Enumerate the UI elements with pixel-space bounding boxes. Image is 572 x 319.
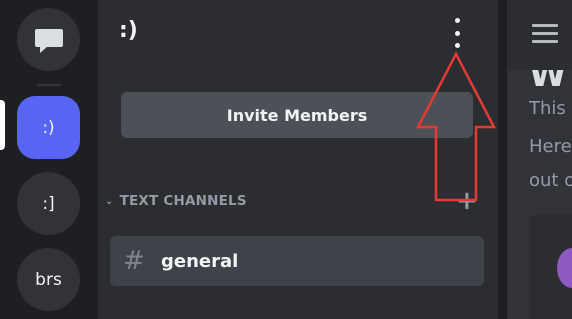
category-label: TEXT CHANNELS [119, 193, 247, 209]
invite-members-button[interactable]: Invite Members [121, 92, 473, 138]
welcome-text-line: out o [529, 170, 572, 191]
hamburger-menu-icon[interactable] [532, 24, 558, 43]
text-channels-category[interactable]: ⌄ TEXT CHANNELS [105, 193, 247, 209]
channel-label: general [161, 250, 239, 272]
welcome-text-line: This [529, 98, 566, 119]
selected-server-indicator [0, 100, 5, 150]
server-label: :] [42, 193, 55, 214]
channel-item-general[interactable]: # general [110, 236, 484, 286]
server-rail: :) :] brs [0, 0, 98, 319]
chat-header [507, 0, 572, 70]
server-smile[interactable]: :) [17, 96, 80, 159]
dot [454, 30, 460, 36]
server-brs[interactable]: brs [17, 248, 80, 311]
chevron-down-icon: ⌄ [105, 195, 114, 207]
server-label: :) [42, 117, 55, 138]
hash-icon: # [123, 246, 145, 276]
dot [454, 43, 460, 48]
server-separator [37, 84, 61, 86]
direct-messages-button[interactable] [17, 8, 80, 71]
chat-bubble-icon [34, 28, 63, 53]
dot [454, 18, 460, 23]
add-channel-icon[interactable]: + [456, 186, 478, 216]
server-name[interactable]: :) [119, 18, 138, 43]
server-label: brs [35, 269, 62, 290]
chat-area: W This Here out o [507, 0, 572, 319]
channel-panel: :) Invite Members ⌄ TEXT CHANNELS + # ge… [98, 0, 498, 319]
welcome-text-line: Here [529, 136, 572, 157]
more-options-icon[interactable] [450, 18, 464, 48]
server-bracket[interactable]: :] [17, 172, 80, 235]
